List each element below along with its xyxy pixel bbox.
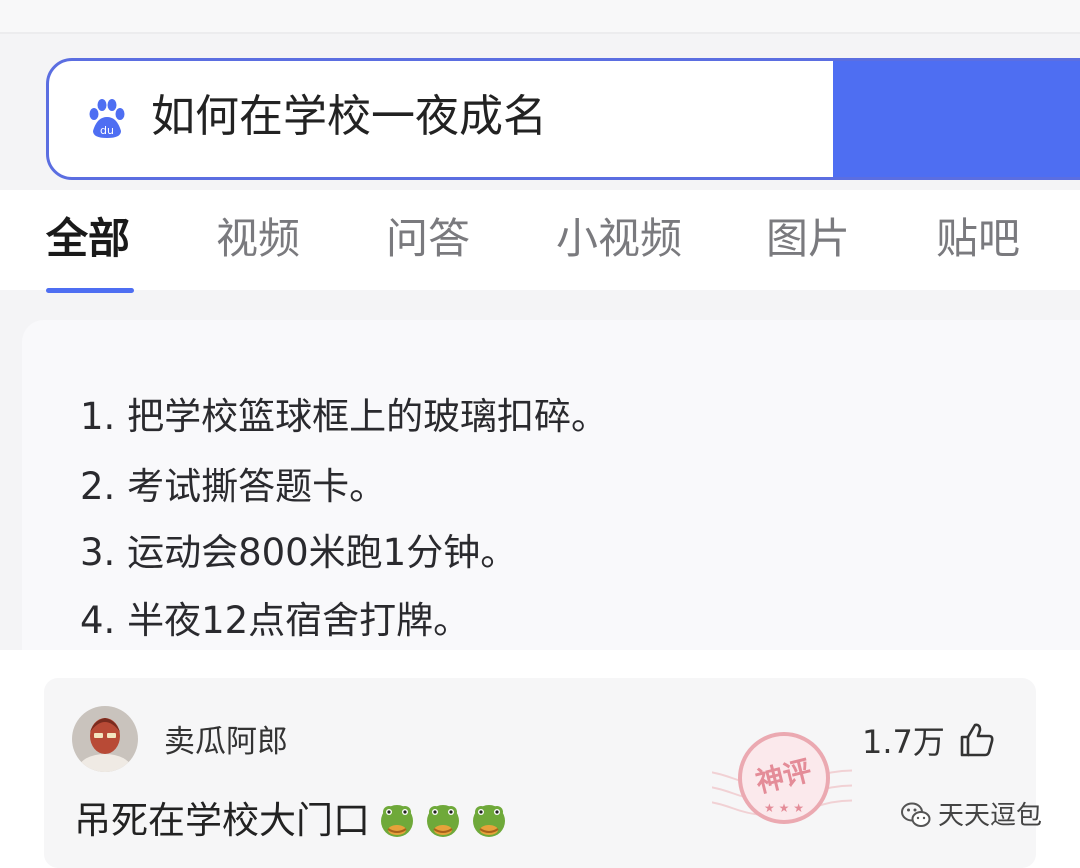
search-screenshot: du 如何在学校一夜成名 全部 视频 问答 小视频 图片 贴吧 1. 把学校篮球… — [0, 0, 1080, 650]
tab-qa[interactable]: 问答 — [386, 212, 470, 266]
svg-text:du: du — [100, 124, 114, 137]
tab-video[interactable]: 视频 — [216, 212, 300, 266]
answer-card: 1. 把学校篮球框上的玻璃扣碎。 2. 考试撕答题卡。 3. 运动会800米跑1… — [22, 320, 1080, 650]
frog-emoji-icon — [427, 805, 459, 837]
svg-text:★ ★ ★: ★ ★ ★ — [764, 801, 804, 815]
thumbs-up-icon[interactable] — [958, 721, 996, 759]
comment-username[interactable]: 卖瓜阿郎 — [164, 722, 288, 762]
wechat-icon — [901, 802, 931, 827]
watermark-text: 天天逗包 — [938, 801, 1043, 831]
comment-card: 卖瓜阿郎 神评 ★ ★ ★ 1.7万 吊死在学校大门口 — [44, 678, 1036, 868]
list-item: 1. 把学校篮球框上的玻璃扣碎。 — [80, 395, 609, 438]
baidu-paw-icon: du — [89, 99, 125, 138]
avatar[interactable] — [72, 706, 138, 772]
list-item: 4. 半夜12点宿舍打牌。 — [80, 599, 471, 642]
comment-body: 吊死在学校大门口 — [74, 796, 508, 846]
active-tab-indicator — [46, 288, 134, 293]
list-item: 3. 运动会800米跑1分钟。 — [80, 531, 518, 574]
frog-emoji-icon — [473, 805, 505, 837]
like-count: 1.7万 — [862, 723, 945, 761]
frog-emoji-icon — [381, 805, 413, 837]
hot-comment-stamp: 神评 ★ ★ ★ — [712, 732, 852, 824]
list-item: 2. 考试撕答题卡。 — [80, 465, 387, 508]
tab-bar: 全部 视频 问答 小视频 图片 贴吧 — [0, 190, 1080, 293]
tab-all[interactable]: 全部 — [46, 212, 130, 266]
tab-short-video[interactable]: 小视频 — [556, 212, 682, 266]
search-box[interactable]: du 如何在学校一夜成名 — [46, 58, 1080, 180]
comment-text: 吊死在学校大门口 — [74, 799, 370, 842]
search-button[interactable] — [833, 61, 1080, 177]
tab-images[interactable]: 图片 — [766, 212, 850, 266]
search-input[interactable]: 如何在学校一夜成名 — [151, 87, 547, 147]
tab-tieba[interactable]: 贴吧 — [936, 212, 1020, 266]
top-bar — [0, 0, 1080, 34]
